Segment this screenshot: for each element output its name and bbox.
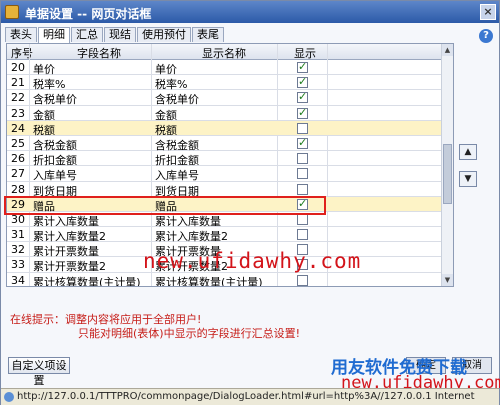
- tab-0[interactable]: 表头: [5, 27, 37, 42]
- col-header-field: 字段名称: [77, 47, 121, 60]
- row-index: 31: [11, 228, 25, 242]
- show-checkbox[interactable]: [297, 106, 308, 119]
- watermark-url: new.ufidawhy.com: [143, 249, 362, 273]
- show-checkbox[interactable]: [297, 90, 308, 104]
- row-index: 22: [11, 91, 25, 105]
- table-row[interactable]: 22 含税单价 含税单价: [7, 90, 443, 106]
- highlight-box: [4, 196, 326, 215]
- table-row[interactable]: 34 累计核算数量(主计量) 累计核算数量(主计量): [7, 273, 443, 287]
- tab-2[interactable]: 汇总: [71, 27, 103, 42]
- window-title: 单据设置 -- 网页对话框: [25, 7, 152, 21]
- custom-item-settings-button[interactable]: 自定义项设置: [8, 357, 70, 387]
- scroll-up-icon[interactable]: ▲: [442, 44, 453, 56]
- grid-scrollbar[interactable]: ▲ ▼: [441, 44, 453, 286]
- move-down-button[interactable]: ▼: [459, 171, 477, 187]
- show-checkbox[interactable]: [297, 75, 308, 89]
- show-checkbox[interactable]: [297, 136, 308, 149]
- row-index: 32: [11, 243, 25, 257]
- table-row[interactable]: 26 折扣金额 折扣金额: [7, 151, 443, 167]
- show-checkbox[interactable]: [297, 229, 308, 241]
- show-checkbox[interactable]: [297, 274, 308, 286]
- show-checkbox[interactable]: [297, 122, 308, 134]
- close-button[interactable]: ×: [480, 4, 496, 20]
- dialog-window: 单据设置 -- 网页对话框 × 表头 明细 汇总 现结 使用预付 表尾 ? 序号 字段名称…: [0, 0, 500, 405]
- row-field-name: 累计核算数量(主计量): [33, 275, 141, 287]
- row-display-name: 累计核算数量(主计量): [155, 275, 263, 287]
- row-index: 33: [11, 258, 25, 272]
- table-row[interactable]: 24 税额 税额: [7, 120, 443, 137]
- table-row[interactable]: 28 到货日期 到货日期: [7, 182, 443, 198]
- show-checkbox[interactable]: [297, 213, 308, 225]
- table-row[interactable]: 20 单价 单价: [7, 60, 443, 76]
- show-checkbox[interactable]: [297, 168, 308, 180]
- title-bar: 单据设置 -- 网页对话框 ×: [1, 1, 499, 23]
- tab-bar: 表头 明细 汇总 现结 使用预付 表尾: [5, 27, 225, 43]
- show-checkbox[interactable]: [297, 60, 308, 73]
- row-index: 27: [11, 167, 25, 181]
- row-index: 25: [11, 136, 25, 150]
- online-notice: 在线提示：调整内容将应用于全部用户! 只能对明细(表体)中显示的字段进行汇总设置…: [10, 313, 300, 341]
- tab-5[interactable]: 表尾: [192, 27, 224, 42]
- row-index: 34: [11, 273, 25, 287]
- scroll-thumb[interactable]: [443, 144, 452, 204]
- table-row[interactable]: 25 含税金额 含税金额: [7, 136, 443, 152]
- table-row[interactable]: 23 金额 金额: [7, 106, 443, 122]
- row-index: 21: [11, 76, 25, 90]
- table-row[interactable]: 27 入库单号 入库单号: [7, 166, 443, 182]
- row-index: 23: [11, 106, 25, 120]
- row-index: 24: [11, 121, 25, 135]
- show-checkbox[interactable]: [297, 153, 308, 165]
- col-header-show: 显示: [294, 47, 316, 60]
- table-row[interactable]: 31 累计入库数量2 累计入库数量2: [7, 227, 443, 243]
- table-row[interactable]: 21 税率% 税率%: [7, 75, 443, 91]
- globe-icon: [4, 392, 14, 402]
- col-header-display: 显示名称: [202, 47, 246, 60]
- grid-header: 序号 字段名称 显示名称 显示: [7, 44, 443, 60]
- row-index: 28: [11, 182, 25, 196]
- show-checkbox[interactable]: [297, 183, 308, 195]
- tab-1[interactable]: 明细: [38, 27, 70, 43]
- notice-line2: 只能对明细(表体)中显示的字段进行汇总设置!: [78, 327, 300, 340]
- move-up-button[interactable]: ▲: [459, 144, 477, 160]
- scroll-down-icon[interactable]: ▼: [442, 274, 453, 286]
- row-index: 20: [11, 61, 25, 74]
- status-bar: http://127.0.0.1/TTTPRO/commonpage/Dialo…: [1, 388, 499, 405]
- help-icon[interactable]: ?: [479, 29, 493, 43]
- app-icon: [5, 5, 19, 19]
- row-index: 26: [11, 152, 25, 166]
- notice-line1: 在线提示：调整内容将应用于全部用户!: [10, 313, 202, 326]
- tab-4[interactable]: 使用预付: [137, 27, 191, 42]
- status-url: http://127.0.0.1/TTTPRO/commonpage/Dialo…: [17, 391, 475, 402]
- tab-3[interactable]: 现结: [104, 27, 136, 42]
